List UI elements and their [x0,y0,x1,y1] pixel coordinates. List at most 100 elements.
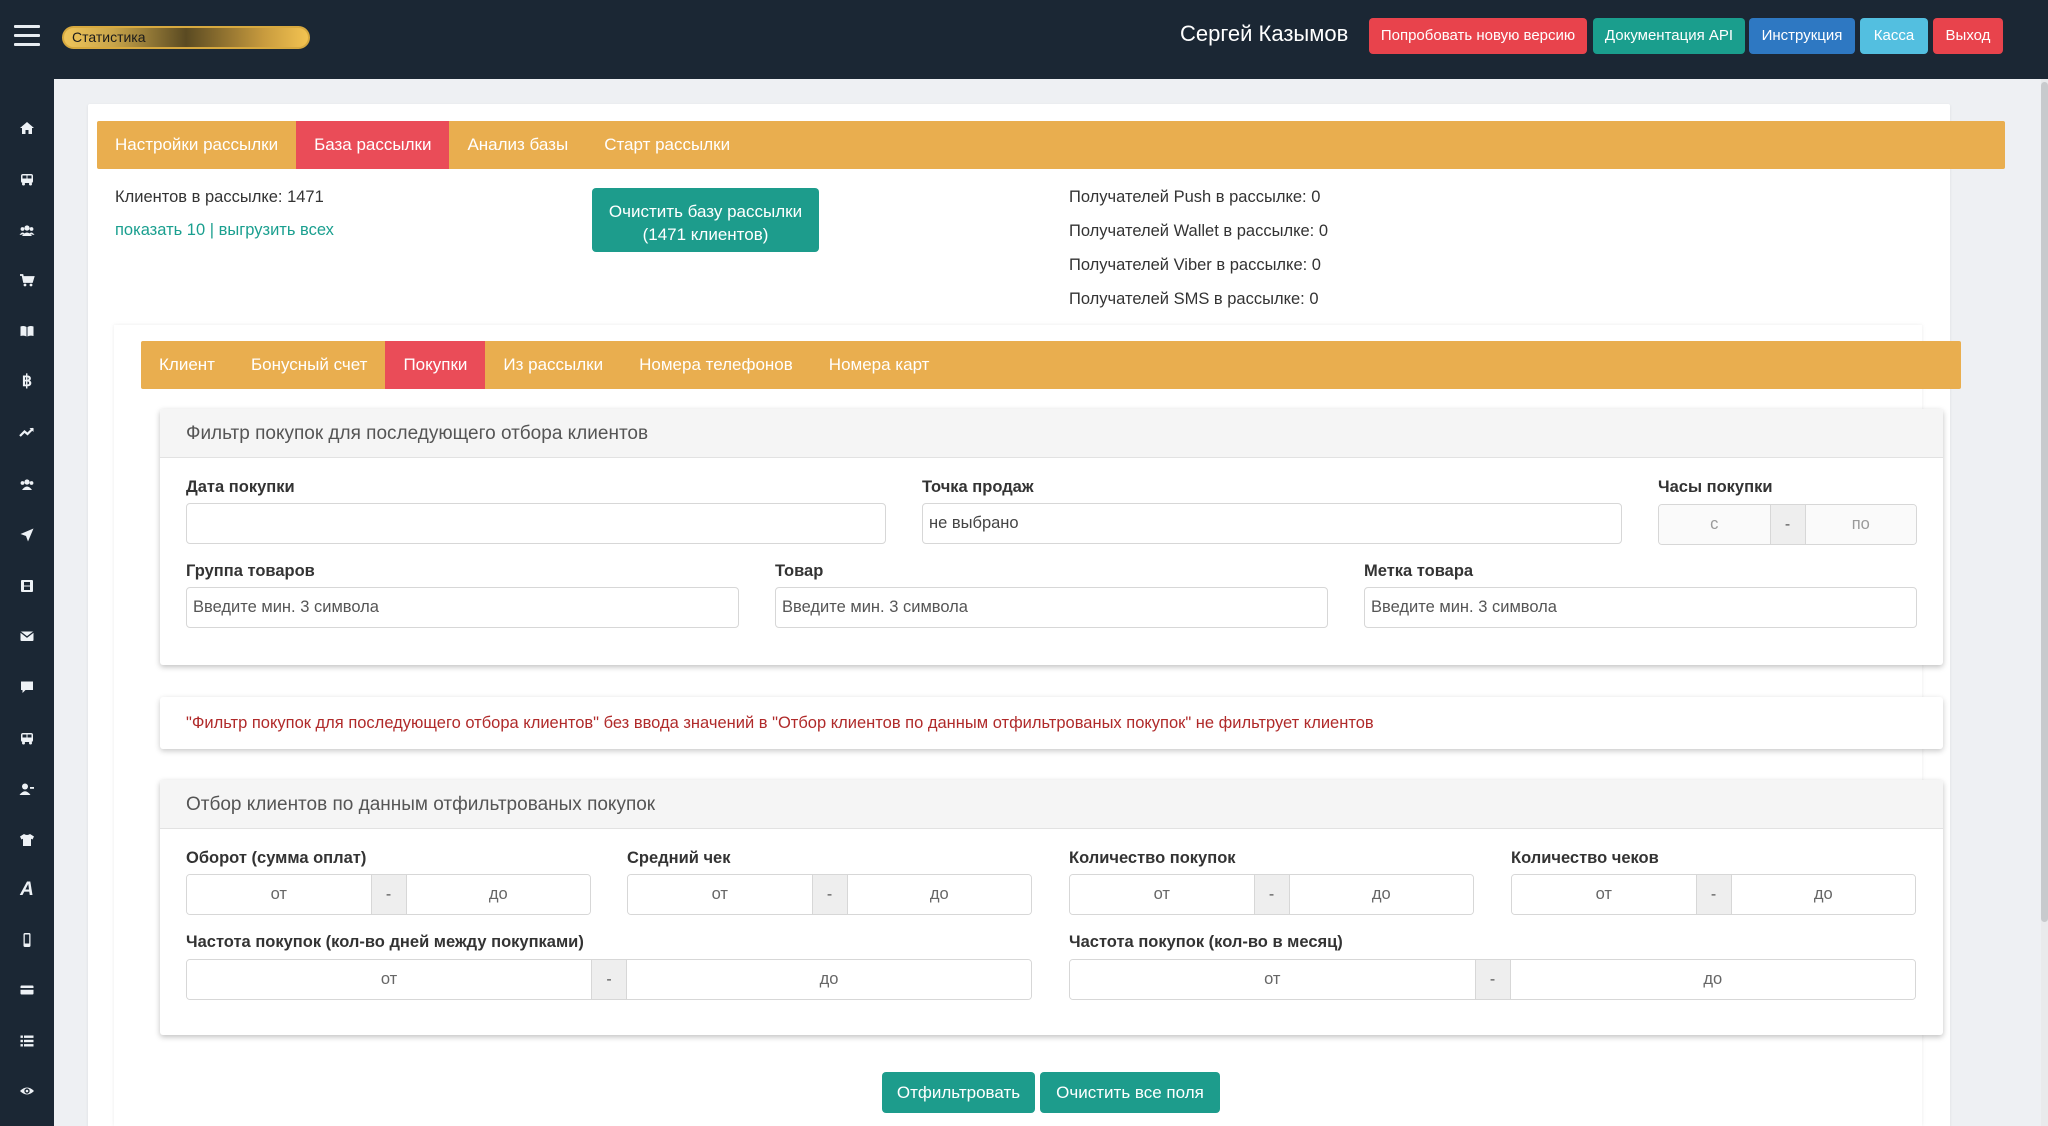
turnover-to-input[interactable] [406,875,590,914]
page-scrollbar-thumb[interactable] [2041,82,2048,922]
freq-month-to-input[interactable] [1510,960,1915,999]
product-tag-label: Метка товара [1364,562,1474,580]
eye-icon[interactable] [12,1080,42,1102]
hours-to-input[interactable] [1805,505,1916,544]
freq-days-dash: - [591,960,627,999]
bus-icon[interactable] [12,727,42,749]
list-icon[interactable] [12,1030,42,1052]
viber-recipients: Получателей Viber в рассылке: 0 [1069,256,1321,274]
mobile-icon[interactable] [12,929,42,951]
cart-icon[interactable] [12,269,42,291]
freq-days-from-input[interactable] [187,960,591,999]
home-icon[interactable] [12,117,42,139]
sidebar: ฿ A [0,79,54,1126]
sale-point-select[interactable] [922,503,1622,544]
avg-check-from-input[interactable] [628,875,812,914]
user-icon[interactable] [12,778,42,800]
checks-count-label: Количество чеков [1511,849,1659,867]
subtab-client[interactable]: Клиент [141,341,233,389]
kassa-button[interactable]: Касса [1860,18,1928,54]
show-10-link[interactable]: показать 10 [115,221,205,239]
clear-base-line1: Очистить базу рассылки [608,202,803,221]
subtab-card-numbers[interactable]: Номера карт [811,341,948,389]
turnover-range: - [186,874,591,915]
subtab-bonus-account[interactable]: Бонусный счет [233,341,385,389]
wallet-recipients: Получателей Wallet в рассылке: 0 [1069,222,1328,240]
checks-count-range: - [1511,874,1916,915]
top-bar: Статистика Сергей Казымов Попробовать но… [0,0,2048,79]
instruction-button[interactable]: Инструкция [1749,18,1855,54]
avg-check-dash: - [811,875,848,914]
product-label: Товар [775,562,824,580]
product-input[interactable] [775,587,1328,628]
users-icon[interactable] [12,219,42,241]
credit-card-icon[interactable] [12,979,42,1001]
try-new-version-button[interactable]: Попробовать новую версию [1369,18,1587,54]
avg-check-range: - [627,874,1032,915]
subtab-purchases[interactable]: Покупки [385,341,486,389]
sms-recipients: Получателей SMS в рассылке: 0 [1069,290,1319,308]
product-tag-input[interactable] [1364,587,1917,628]
clear-base-line2: (1471 клиентов) [642,225,769,244]
purchase-filter-title: Фильтр покупок для последующего отбора к… [160,409,1943,458]
subtab-from-mailing[interactable]: Из рассылки [485,341,621,389]
book-icon[interactable] [12,320,42,342]
bus-icon[interactable] [12,168,42,190]
film-icon[interactable] [12,575,42,597]
freq-month-from-input[interactable] [1070,960,1475,999]
statistics-badge[interactable]: Статистика [62,26,310,49]
freq-days-range: - [186,959,1032,1000]
purchase-hours-range: - [1658,504,1917,545]
purchases-count-dash: - [1253,875,1290,914]
filter-button[interactable]: Отфильтровать [882,1072,1035,1113]
turnover-dash: - [370,875,407,914]
hours-dash: - [1769,505,1806,544]
purchases-count-from-input[interactable] [1070,875,1254,914]
font-icon[interactable]: A [12,879,42,901]
purchases-count-to-input[interactable] [1289,875,1473,914]
product-group-label: Группа товаров [186,562,315,580]
product-group-input[interactable] [186,587,739,628]
clear-all-fields-button[interactable]: Очистить все поля [1040,1072,1220,1113]
checks-count-from-input[interactable] [1512,875,1696,914]
sub-tabs: Клиент Бонусный счет Покупки Из рассылки… [141,341,1961,389]
purchase-date-input[interactable] [186,503,886,544]
shirt-icon[interactable] [12,829,42,851]
push-recipients: Получателей Push в рассылке: 0 [1069,188,1321,206]
purchases-count-label: Количество покупок [1069,849,1236,867]
show-export-links: показать 10 | выгрузить всех [115,221,334,240]
turnover-label: Оборот (сумма оплат) [186,849,367,867]
api-docs-button[interactable]: Документация API [1593,18,1745,54]
links-separator: | [205,221,219,239]
clear-base-button[interactable]: Очистить базу рассылки (1471 клиентов) [592,188,819,252]
comment-icon[interactable] [12,676,42,698]
envelope-icon[interactable] [12,625,42,647]
tab-start-mailing[interactable]: Старт рассылки [586,121,748,169]
freq-days-to-input[interactable] [627,960,1031,999]
export-all-link[interactable]: выгрузить всех [219,221,334,239]
user-name: Сергей Казымов [1180,21,1349,46]
turnover-from-input[interactable] [187,875,371,914]
checks-count-to-input[interactable] [1731,875,1915,914]
tab-base-analysis[interactable]: Анализ базы [449,121,586,169]
freq-month-label: Частота покупок (кол-во в месяц) [1069,933,1343,951]
clients-count: Клиентов в рассылке: 1471 [115,188,324,206]
sale-point-label: Точка продаж [922,478,1034,496]
bitcoin-icon[interactable]: ฿ [12,371,42,393]
purchases-count-range: - [1069,874,1474,915]
freq-days-label: Частота покупок (кол-во дней между покуп… [186,933,584,951]
chart-line-icon[interactable] [12,421,42,443]
freq-month-range: - [1069,959,1916,1000]
group-icon[interactable] [12,473,42,495]
menu-burger-icon[interactable] [14,25,40,47]
hours-from-input[interactable] [1659,505,1770,544]
subtab-phone-numbers[interactable]: Номера телефонов [621,341,811,389]
tab-mailing-base[interactable]: База рассылки [296,121,450,169]
tab-mailing-settings[interactable]: Настройки рассылки [97,121,296,169]
avg-check-to-input[interactable] [847,875,1031,914]
freq-month-dash: - [1474,960,1511,999]
send-icon[interactable] [12,524,42,546]
filter-warning-note: "Фильтр покупок для последующего отбора … [160,697,1943,749]
avg-check-label: Средний чек [627,849,731,867]
logout-button[interactable]: Выход [1933,18,2003,54]
